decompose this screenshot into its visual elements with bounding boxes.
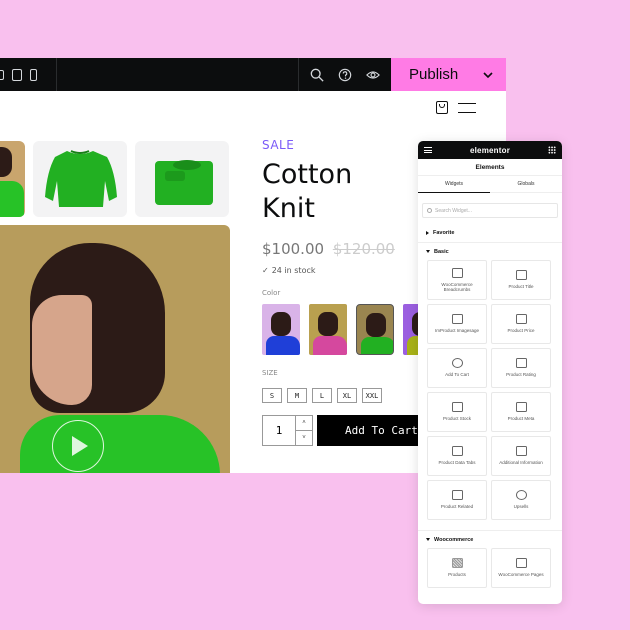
help-button[interactable]	[331, 58, 359, 91]
product-main-image[interactable]	[0, 225, 230, 473]
grid-apps-icon[interactable]	[547, 146, 556, 154]
desktop-icon[interactable]	[0, 69, 4, 80]
publish-label: Publish	[409, 66, 459, 83]
mobile-icon[interactable]	[30, 68, 37, 81]
site-header-icons	[436, 101, 476, 114]
checkmark-icon: ✓	[262, 266, 269, 275]
widget-product-rating[interactable]: Product Rating	[491, 348, 551, 388]
topbar-spacer	[57, 58, 299, 91]
preview-button[interactable]	[359, 58, 387, 91]
hamburger-menu-icon[interactable]	[458, 102, 476, 113]
widget-product-meta[interactable]: Product Meta	[491, 392, 551, 432]
widget-product-data-tabs[interactable]: Product Data Tabs	[427, 436, 487, 476]
panel-header: elementor	[418, 141, 562, 159]
widget-woocommerce-pages[interactable]: WooCommerce Pages	[491, 548, 551, 588]
widget-product-price[interactable]: Product Price	[491, 304, 551, 344]
caret-right-icon	[426, 231, 429, 235]
search-icon	[427, 208, 432, 213]
size-option[interactable]: M	[287, 388, 307, 403]
elementor-logo: elementor	[469, 145, 511, 155]
related-icon	[451, 490, 463, 501]
breadcrumbs-icon	[451, 267, 463, 278]
image-icon	[451, 314, 463, 325]
tab-globals[interactable]: Globals	[490, 176, 562, 193]
color-swatch-pink[interactable]	[309, 304, 347, 355]
shopping-bag-icon[interactable]	[436, 101, 448, 114]
tablet-icon[interactable]	[12, 68, 22, 81]
search-widget-input[interactable]: Search Widget...	[422, 203, 558, 218]
hamburger-menu-icon[interactable]	[424, 147, 432, 153]
play-video-button[interactable]	[52, 420, 104, 472]
size-option[interactable]: XL	[337, 388, 357, 403]
size-option[interactable]: S	[262, 388, 282, 403]
quantity-stepper[interactable]: 1 ˄ ˅	[262, 415, 313, 446]
stock-box-icon	[451, 402, 463, 413]
size-option[interactable]: L	[312, 388, 332, 403]
title-icon	[515, 270, 527, 281]
widget-upsells[interactable]: Upsells	[491, 480, 551, 520]
widget-product-title[interactable]: Product Title	[491, 260, 551, 300]
color-swatch-green[interactable]	[356, 304, 394, 355]
caret-down-icon	[426, 250, 430, 253]
widget-product-related[interactable]: Product Related	[427, 480, 487, 520]
gallery-thumbnail[interactable]	[135, 141, 229, 217]
meta-icon	[515, 402, 527, 413]
search-button[interactable]	[303, 58, 331, 91]
responsive-switcher	[0, 58, 57, 91]
info-icon	[515, 446, 527, 457]
color-swatch-blue[interactable]	[262, 304, 300, 355]
decrement-button[interactable]: ˅	[296, 431, 312, 445]
increment-button[interactable]: ˄	[296, 416, 312, 431]
panel-title: Elements	[418, 159, 562, 176]
pages-icon	[515, 558, 527, 569]
basic-widgets-grid: WooCommerce Breadcrumbs Product Title Im…	[418, 260, 562, 520]
publish-button[interactable]: Publish	[391, 58, 506, 91]
widget-products[interactable]: Products	[427, 548, 487, 588]
folded-sweater-image	[155, 160, 213, 205]
tab-widgets[interactable]: Widgets	[418, 176, 490, 193]
size-option[interactable]: XXL	[362, 388, 382, 403]
current-price: $100.00	[262, 240, 325, 258]
widget-woocommerce-breadcrumbs[interactable]: WooCommerce Breadcrumbs	[427, 260, 487, 300]
search-icon	[310, 68, 324, 82]
gallery-thumbnail[interactable]	[33, 141, 127, 217]
products-grid-icon	[451, 558, 463, 569]
chevron-down-icon[interactable]	[482, 69, 494, 81]
section-basic[interactable]: Basic	[418, 242, 562, 260]
help-icon	[338, 68, 352, 81]
gallery-thumbnail[interactable]	[0, 141, 25, 217]
price-icon	[515, 314, 527, 325]
section-favorite[interactable]: Favorite	[418, 224, 562, 242]
rating-icon	[515, 358, 527, 369]
topbar-tools	[299, 58, 391, 91]
editor-topbar: Publish	[0, 58, 506, 91]
widget-additional-information[interactable]: Additional Information	[491, 436, 551, 476]
panel-tabs: Widgets Globals	[418, 176, 562, 193]
preview-eye-icon	[366, 70, 380, 79]
tabs-icon	[451, 446, 463, 457]
upsells-icon	[515, 490, 527, 501]
quantity-input[interactable]: 1	[263, 416, 295, 445]
caret-down-icon	[426, 538, 430, 541]
add-to-cart-icon	[451, 358, 463, 369]
woocommerce-widgets-grid: Products WooCommerce Pages	[418, 548, 562, 588]
section-woocommerce[interactable]: Woocommerce	[418, 530, 562, 548]
original-price: $120.00	[332, 240, 395, 258]
sweater-image	[45, 150, 117, 207]
widget-product-image[interactable]: ImProduct Imagesage	[427, 304, 487, 344]
elementor-panel: elementor Elements Widgets Globals Searc…	[418, 141, 562, 604]
widget-add-to-cart[interactable]: Add To Cart	[427, 348, 487, 388]
widget-product-stock[interactable]: Product Stock	[427, 392, 487, 432]
